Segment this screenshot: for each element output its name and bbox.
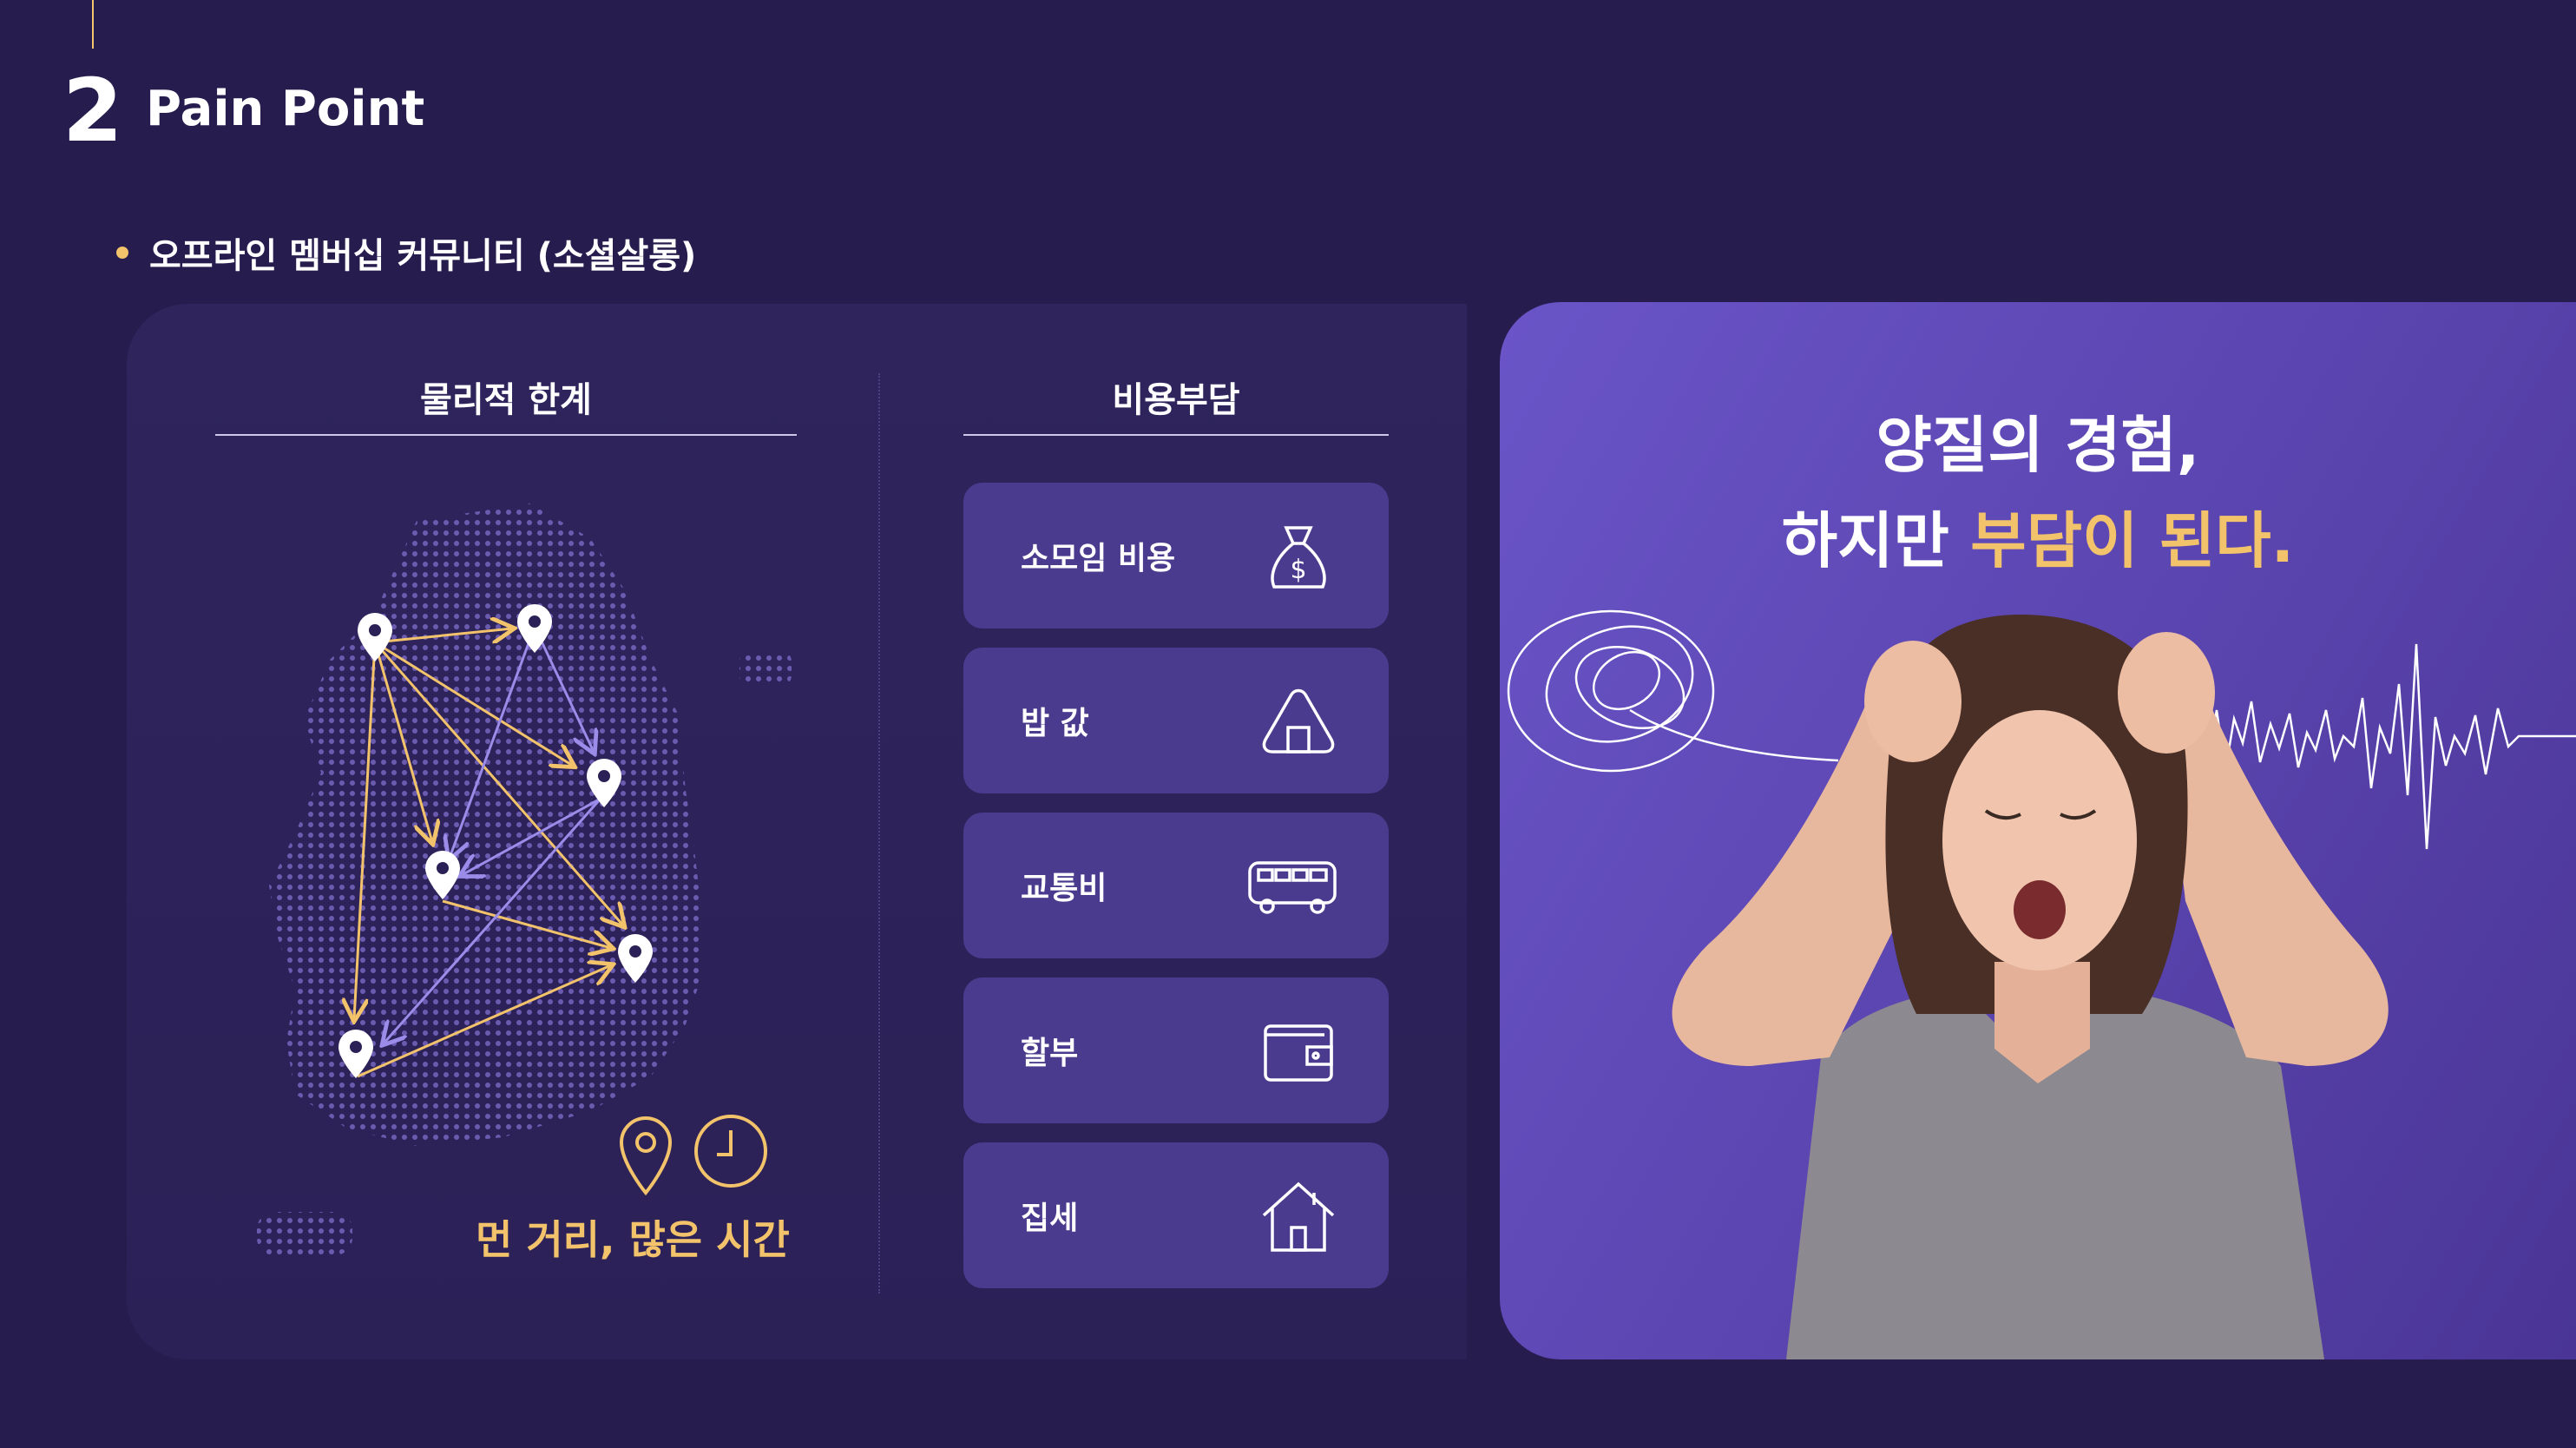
house-icon bbox=[1262, 1181, 1335, 1252]
cost-label: 할부 bbox=[1021, 1036, 1079, 1071]
korea-route-map bbox=[257, 504, 792, 1255]
stressed-woman-illustration bbox=[1507, 609, 2576, 1359]
cost-label: 밥 값 bbox=[1021, 706, 1089, 741]
rice-ball-icon bbox=[1262, 688, 1335, 754]
section-number: 2 bbox=[62, 60, 123, 161]
physical-limit-heading: 물리적 한계 bbox=[420, 380, 592, 420]
cost-list: 소모임 비용 $ 밥 값 교통비 할부 집세 bbox=[963, 483, 1389, 1307]
column-divider bbox=[878, 373, 880, 1293]
section-title: Pain Point bbox=[146, 81, 425, 137]
cost-label: 소모임 비용 bbox=[1021, 541, 1176, 576]
cost-item-installment: 할부 bbox=[963, 977, 1389, 1123]
scribble-icon bbox=[1507, 609, 1839, 773]
ulleung-island bbox=[739, 651, 792, 686]
top-accent-line bbox=[92, 0, 94, 49]
cost-item-meetup: 소모임 비용 $ bbox=[963, 483, 1389, 629]
left-hand bbox=[1864, 641, 1962, 762]
bus-icon bbox=[1248, 861, 1337, 914]
right-hand bbox=[2118, 632, 2215, 754]
cost-label: 집세 bbox=[1021, 1201, 1079, 1236]
cost-item-rent: 집세 bbox=[963, 1142, 1389, 1288]
korea-landmass bbox=[269, 504, 703, 1146]
cost-heading: 비용부담 bbox=[1112, 380, 1240, 420]
jeju-island bbox=[257, 1212, 352, 1255]
bullet-item: 오프라인 멤버십 커뮤니티 (소셜살롱) bbox=[116, 227, 696, 278]
cost-item-meal: 밥 값 bbox=[963, 648, 1389, 793]
cost-item-transport: 교통비 bbox=[963, 813, 1389, 958]
cost-rule bbox=[963, 434, 1389, 436]
money-bag-icon: $ bbox=[1271, 526, 1326, 589]
wallet-icon bbox=[1264, 1024, 1333, 1082]
clock-icon bbox=[694, 1115, 767, 1188]
location-pin-icon bbox=[619, 1116, 673, 1196]
bullet-text: 오프라인 멤버십 커뮤니티 (소셜살롱) bbox=[149, 236, 697, 276]
mouth bbox=[2014, 880, 2066, 939]
cost-label: 교통비 bbox=[1021, 871, 1107, 906]
hero-panel: 양질의 경험, 하지만 부담이 된다. bbox=[1500, 302, 2576, 1359]
bullet-dot bbox=[116, 247, 128, 259]
distance-time-tagline: 먼 거리, 많은 시간 bbox=[476, 1216, 790, 1263]
physical-limit-rule bbox=[215, 434, 797, 436]
svg-text:$: $ bbox=[1290, 555, 1306, 585]
